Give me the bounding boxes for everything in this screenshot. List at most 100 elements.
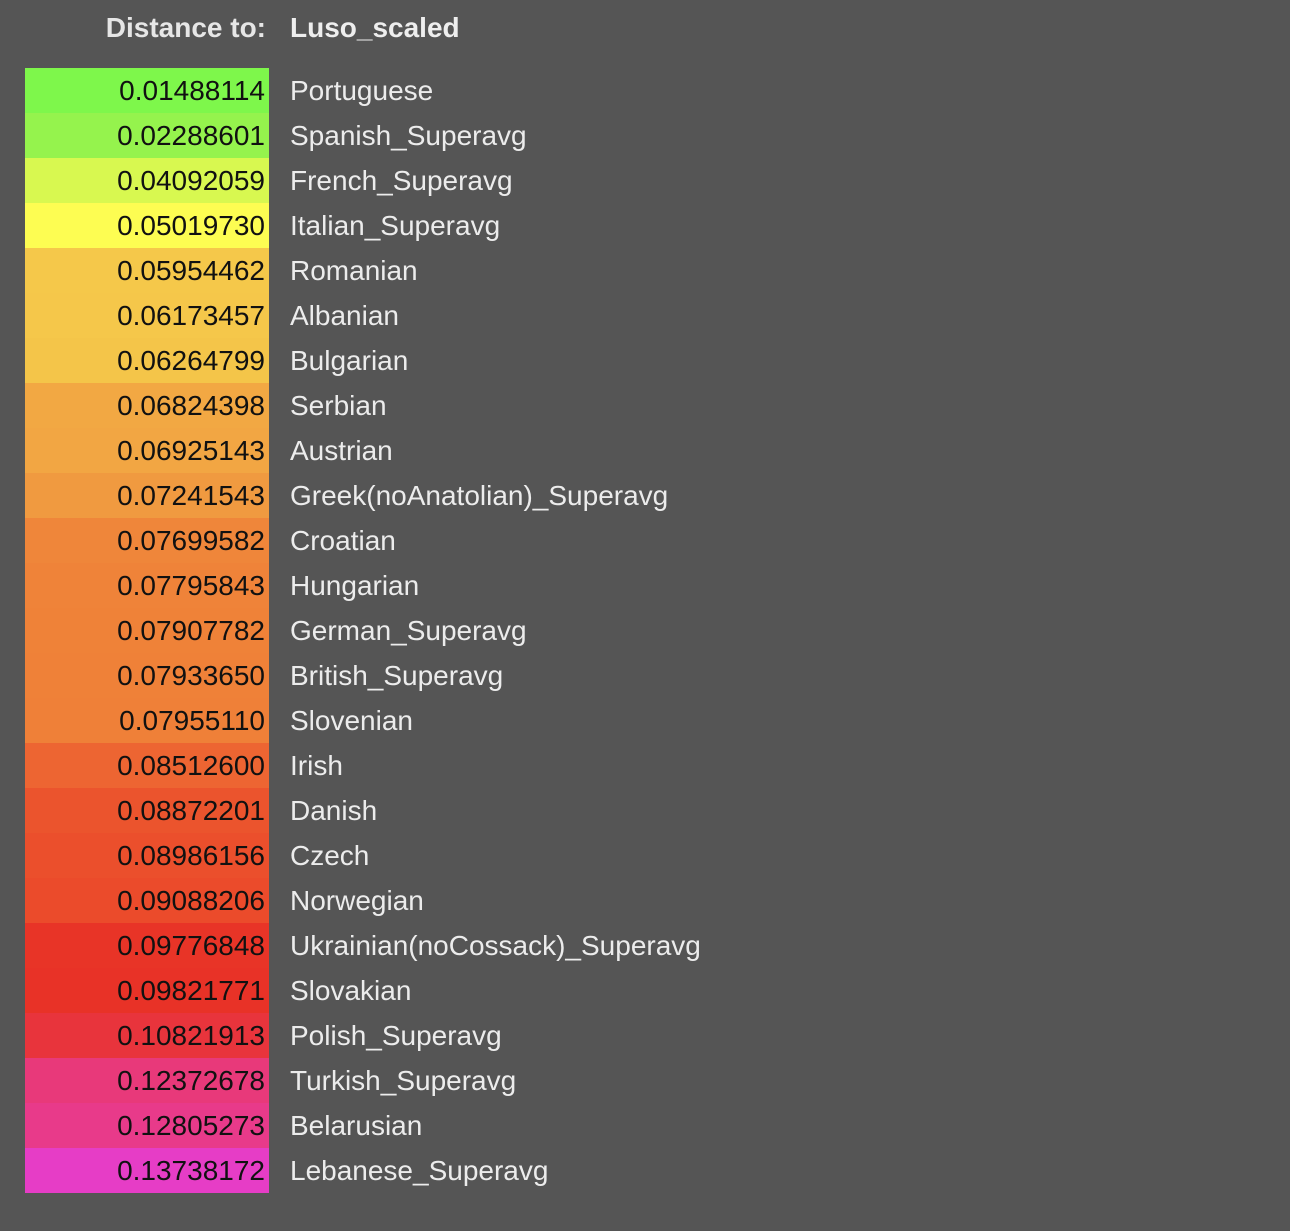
population-name: Danish [290, 795, 378, 826]
distance-color-cell: 0.10821913 [25, 1013, 269, 1058]
table-row: 0.06824398 Serbian [0, 383, 1290, 428]
table-row: 0.07933650 British_Superavg [0, 653, 1290, 698]
population-name: German_Superavg [290, 615, 527, 646]
distance-value: 0.01488114 [119, 75, 265, 106]
distance-color-cell: 0.13738172 [25, 1148, 269, 1193]
table-row: 0.06264799 Bulgarian [0, 338, 1290, 383]
table-row: 0.05954462 Romanian [0, 248, 1290, 293]
population-name: Albanian [290, 300, 399, 331]
distance-color-cell: 0.04092059 [25, 158, 269, 203]
population-name: Hungarian [290, 570, 420, 601]
distance-value: 0.07699582 [117, 525, 265, 556]
population-name: Belarusian [290, 1110, 423, 1141]
distance-color-cell: 0.08512600 [25, 743, 269, 788]
population-name: Spanish_Superavg [290, 120, 527, 151]
population-name: French_Superavg [290, 165, 513, 196]
distance-color-cell: 0.07907782 [25, 608, 269, 653]
distance-to-label: Distance to: [105, 12, 266, 43]
distance-value: 0.12805273 [117, 1110, 265, 1141]
distance-value: 0.08986156 [117, 840, 265, 871]
population-name: Portuguese [290, 75, 434, 106]
table-row: 0.07955110 Slovenian [0, 698, 1290, 743]
distance-color-cell: 0.09821771 [25, 968, 269, 1013]
table-row: 0.02288601 Spanish_Superavg [0, 113, 1290, 158]
distance-color-cell: 0.06173457 [25, 293, 269, 338]
table-row: 0.09821771 Slovakian [0, 968, 1290, 1013]
table-row: 0.09088206 Norwegian [0, 878, 1290, 923]
population-name: Ukrainian(noCossack)_Superavg [290, 930, 701, 961]
population-name: Polish_Superavg [290, 1020, 502, 1051]
distance-color-cell: 0.06824398 [25, 383, 269, 428]
table-row: 0.07795843 Hungarian [0, 563, 1290, 608]
table-row: 0.08986156 Czech [0, 833, 1290, 878]
population-name: Czech [290, 840, 370, 871]
distance-value: 0.06264799 [117, 345, 265, 376]
population-name: Austrian [290, 435, 393, 466]
table-row: 0.07907782 German_Superavg [0, 608, 1290, 653]
table-row: 0.10821913 Polish_Superavg [0, 1013, 1290, 1058]
distance-value: 0.09776848 [117, 930, 265, 961]
distance-color-cell: 0.07795843 [25, 563, 269, 608]
distance-value: 0.07241543 [117, 480, 265, 511]
distance-value: 0.07795843 [117, 570, 265, 601]
distance-value: 0.06925143 [117, 435, 265, 466]
table-row: 0.08872201 Danish [0, 788, 1290, 833]
distance-color-cell: 0.07933650 [25, 653, 269, 698]
distance-value: 0.05954462 [117, 255, 265, 286]
distance-color-cell: 0.05954462 [25, 248, 269, 293]
distance-color-cell: 0.09776848 [25, 923, 269, 968]
distance-value: 0.13738172 [117, 1155, 265, 1186]
distance-value: 0.07907782 [117, 615, 265, 646]
distance-color-cell: 0.06925143 [25, 428, 269, 473]
table-row: 0.01488114 Portuguese [0, 68, 1290, 113]
table-row: 0.12805273 Belarusian [0, 1103, 1290, 1148]
population-name: Irish [290, 750, 343, 781]
distance-color-cell: 0.09088206 [25, 878, 269, 923]
table-row: 0.07241543 Greek(noAnatolian)_Superavg [0, 473, 1290, 518]
distance-value: 0.04092059 [117, 165, 265, 196]
table-row: 0.13738172 Lebanese_Superavg [0, 1148, 1290, 1193]
distance-value: 0.06824398 [117, 390, 265, 421]
target-population-name: Luso_scaled [290, 12, 460, 43]
population-name: Greek(noAnatolian)_Superavg [290, 480, 669, 511]
distance-value: 0.02288601 [117, 120, 265, 151]
distance-value: 0.08512600 [117, 750, 265, 781]
table-row: 0.04092059 French_Superavg [0, 158, 1290, 203]
distance-value: 0.10821913 [117, 1020, 265, 1051]
table-row: 0.05019730 Italian_Superavg [0, 203, 1290, 248]
table-row: 0.07699582 Croatian [0, 518, 1290, 563]
table-row: 0.12372678 Turkish_Superavg [0, 1058, 1290, 1103]
population-name: Croatian [290, 525, 396, 556]
distance-table: 0.01488114 Portuguese 0.02288601 Spanish_Su… [0, 68, 1290, 1193]
population-name: Norwegian [290, 885, 424, 916]
distance-color-cell: 0.12372678 [25, 1058, 269, 1103]
distance-value: 0.07933650 [117, 660, 265, 691]
population-name: Italian_Superavg [290, 210, 501, 241]
table-row: 0.06925143 Austrian [0, 428, 1290, 473]
table-header: Distance to: Luso_scaled [0, 0, 1290, 68]
population-name: Lebanese_Superavg [290, 1155, 549, 1186]
distance-color-cell: 0.12805273 [25, 1103, 269, 1148]
distance-value: 0.07955110 [119, 705, 265, 736]
population-name: Slovakian [290, 975, 412, 1006]
distance-value: 0.12372678 [117, 1065, 265, 1096]
distance-color-cell: 0.07241543 [25, 473, 269, 518]
population-name: British_Superavg [290, 660, 504, 691]
distance-color-cell: 0.07955110 [25, 698, 269, 743]
population-name: Bulgarian [290, 345, 409, 376]
distance-color-cell: 0.06264799 [25, 338, 269, 383]
distance-value: 0.06173457 [117, 300, 265, 331]
distance-value: 0.09088206 [117, 885, 265, 916]
distance-value: 0.05019730 [117, 210, 265, 241]
distance-value: 0.09821771 [117, 975, 265, 1006]
distance-color-cell: 0.05019730 [25, 203, 269, 248]
population-name: Turkish_Superavg [290, 1065, 517, 1096]
table-row: 0.06173457 Albanian [0, 293, 1290, 338]
distance-color-cell: 0.08986156 [25, 833, 269, 878]
population-name: Serbian [290, 390, 387, 421]
table-row: 0.08512600 Irish [0, 743, 1290, 788]
table-row: 0.09776848 Ukrainian(noCossack)_Superavg [0, 923, 1290, 968]
distance-color-cell: 0.01488114 [25, 68, 269, 113]
distance-value: 0.08872201 [117, 795, 265, 826]
distance-color-cell: 0.08872201 [25, 788, 269, 833]
